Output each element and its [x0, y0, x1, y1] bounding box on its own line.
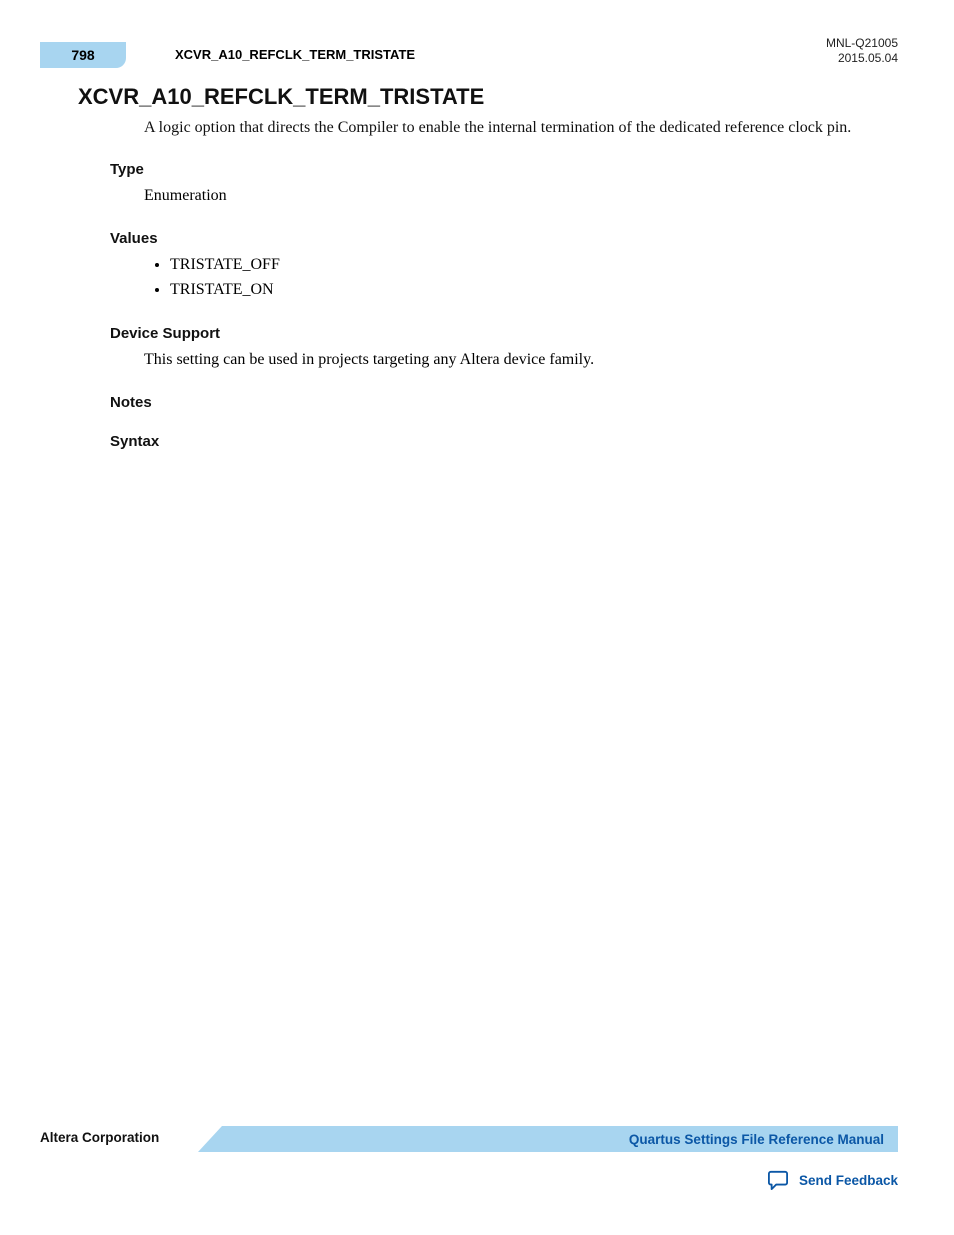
section-label-values: Values: [110, 230, 898, 247]
device-support-value: This setting can be used in projects tar…: [144, 348, 898, 372]
footer-ribbon: Quartus Settings File Reference Manual: [198, 1126, 898, 1152]
values-list: TRISTATE_OFF TRISTATE_ON: [170, 253, 898, 303]
doc-meta: MNL-Q21005 2015.05.04: [826, 36, 898, 66]
footer-corporation: Altera Corporation: [40, 1130, 159, 1145]
send-feedback-label: Send Feedback: [799, 1173, 898, 1188]
speech-bubble-icon: [767, 1170, 789, 1190]
section-label-syntax: Syntax: [110, 433, 898, 450]
page-title: XCVR_A10_REFCLK_TERM_TRISTATE: [78, 84, 898, 110]
type-value: Enumeration: [144, 184, 898, 208]
list-item: TRISTATE_ON: [170, 278, 898, 303]
page-footer: Altera Corporation Quartus Settings File…: [40, 1126, 898, 1195]
page-header: 798 XCVR_A10_REFCLK_TERM_TRISTATE MNL-Q2…: [40, 42, 898, 70]
section-label-notes: Notes: [110, 394, 898, 411]
list-item: TRISTATE_OFF: [170, 253, 898, 278]
feedback-row: Send Feedback: [40, 1170, 898, 1195]
page-number-badge: 798: [40, 42, 126, 68]
send-feedback-link[interactable]: Send Feedback: [767, 1170, 898, 1190]
running-title: XCVR_A10_REFCLK_TERM_TRISTATE: [175, 47, 415, 62]
section-label-device-support: Device Support: [110, 325, 898, 342]
doc-date: 2015.05.04: [826, 51, 898, 66]
section-label-type: Type: [110, 161, 898, 178]
intro-paragraph: A logic option that directs the Compiler…: [144, 116, 898, 139]
footer-bar: Altera Corporation Quartus Settings File…: [40, 1126, 898, 1152]
page-content: XCVR_A10_REFCLK_TERM_TRISTATE A logic op…: [78, 84, 898, 456]
manual-link[interactable]: Quartus Settings File Reference Manual: [629, 1132, 884, 1147]
doc-id: MNL-Q21005: [826, 36, 898, 51]
